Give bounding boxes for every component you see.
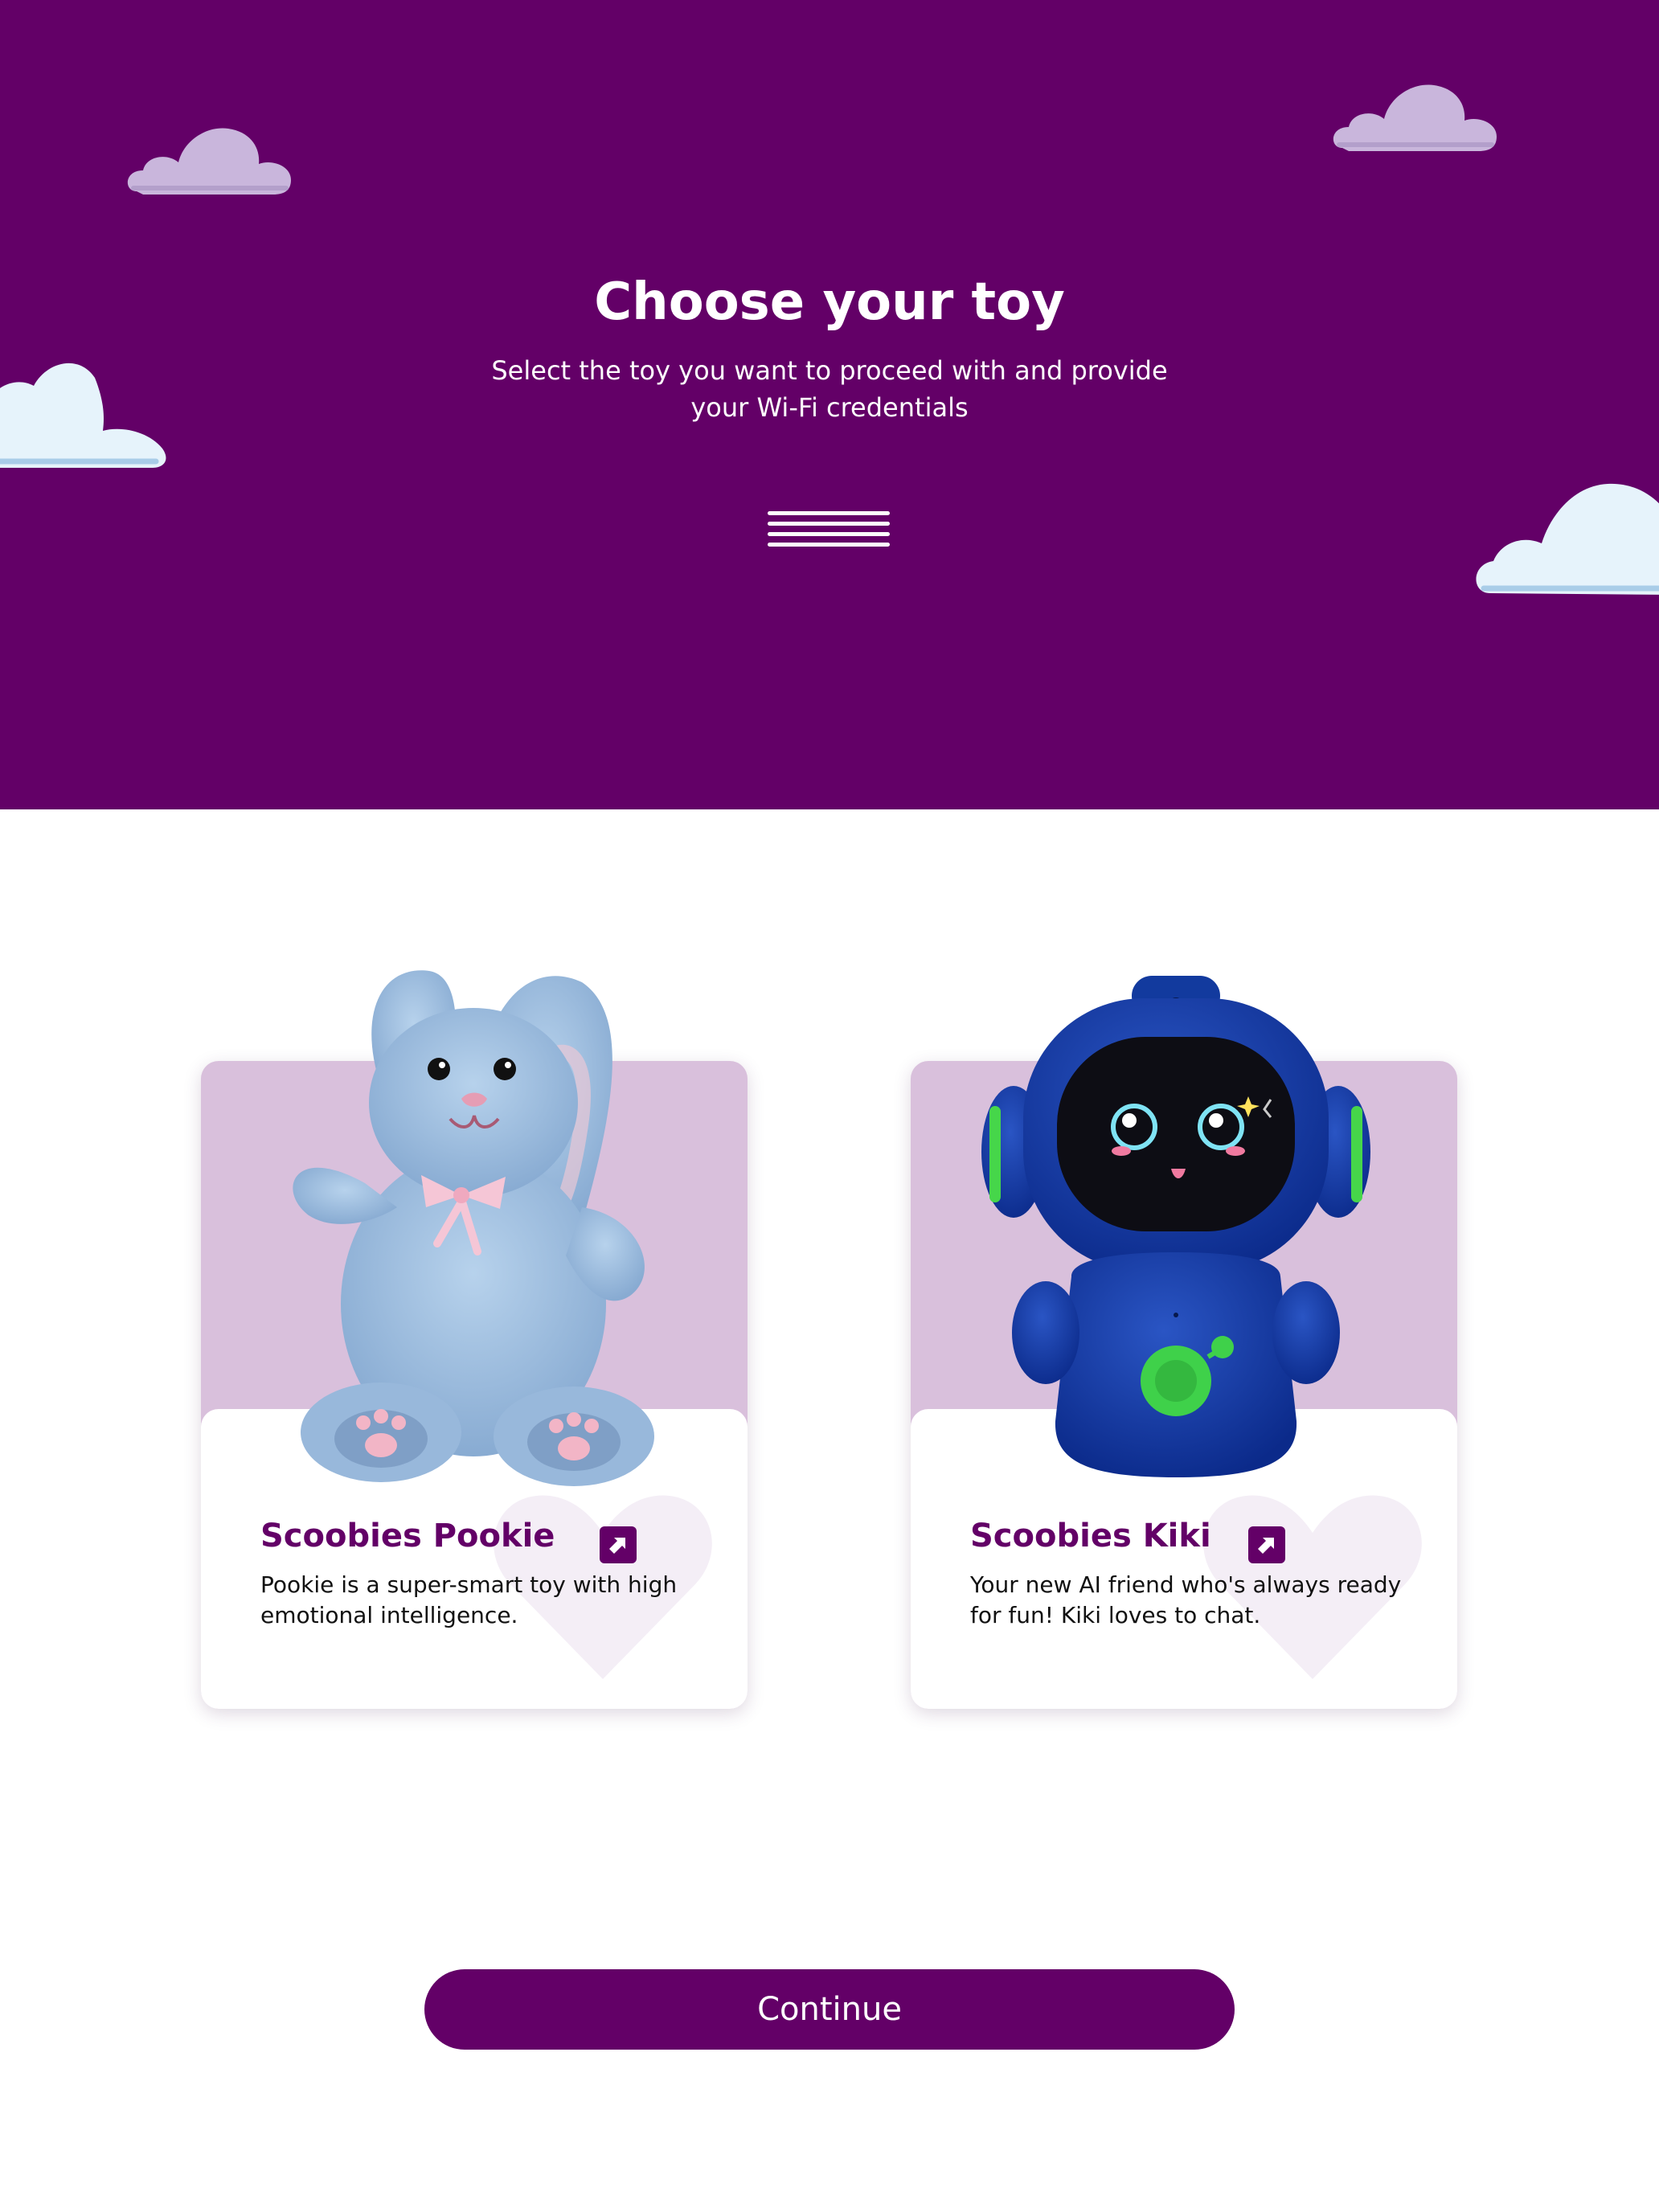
cloud-icon [1476,483,1659,595]
cloud-icon [0,363,166,468]
page-subtitle: Select the toy you want to proceed with … [491,355,1168,423]
open-details-button[interactable] [600,1526,637,1563]
header-banner: Choose your toy Select the toy you want … [0,0,1659,809]
toy-name: Scoobies Pookie [260,1518,555,1555]
bunny-plush-image [293,970,654,1486]
page-title: Choose your toy [594,272,1065,332]
cloud-icon [127,128,291,195]
cloud-icon [1333,84,1497,151]
open-details-button[interactable] [1248,1526,1285,1563]
continue-button[interactable]: Continue [424,1969,1235,2050]
arrow-up-right-icon [1258,1538,1274,1554]
arrow-up-right-icon [609,1538,625,1554]
toy-card-pookie[interactable]: Scoobies Pookie Pookie is a super-smart … [201,970,748,1709]
toy-description: Your new AI friend who's always ready fo… [970,1571,1402,1628]
toy-description: Pookie is a super-smart toy with high em… [260,1571,678,1628]
robot-toy-image [981,976,1370,1477]
toy-name: Scoobies Kiki [970,1518,1211,1555]
menu-icon[interactable] [768,511,890,547]
toy-card-kiki[interactable]: Scoobies Kiki Your new AI friend who's a… [911,976,1457,1709]
